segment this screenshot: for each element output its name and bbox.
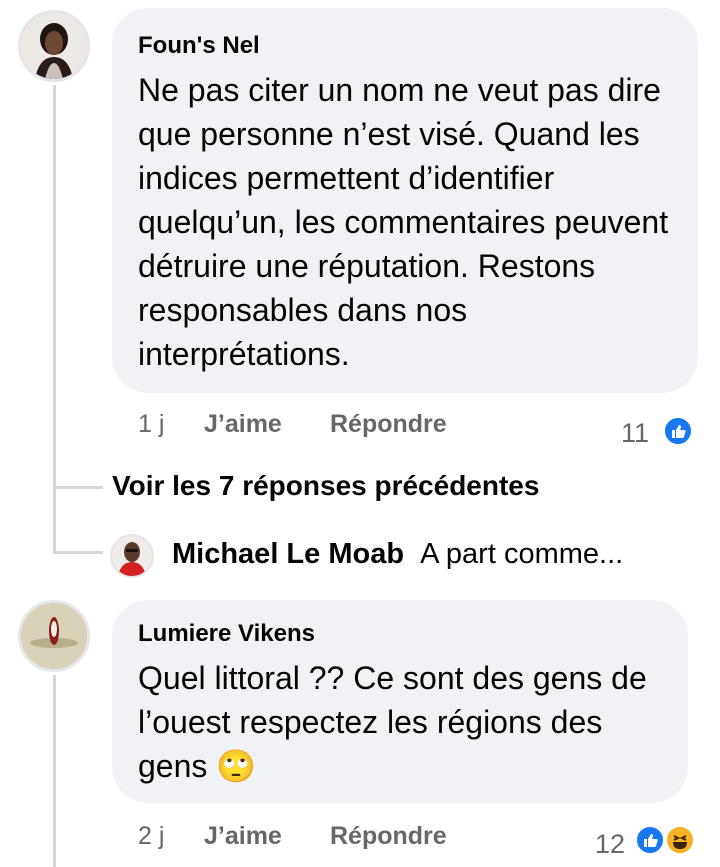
avatar-michael-le-moab[interactable] bbox=[110, 534, 154, 578]
thread-line-vertical bbox=[53, 85, 56, 552]
like-reaction-icon bbox=[635, 825, 665, 855]
avatar-photo bbox=[21, 603, 87, 669]
reaction-count[interactable]: 11 bbox=[621, 418, 649, 449]
thread-line-branch-2 bbox=[53, 551, 103, 554]
eye-roll-emoji-icon: 🙄 bbox=[216, 748, 257, 784]
reply-author[interactable]: Michael Le Moab bbox=[172, 538, 404, 570]
like-link[interactable]: J’aime bbox=[204, 410, 282, 439]
like-reaction-icon bbox=[663, 416, 693, 446]
reaction-count[interactable]: 12 bbox=[595, 829, 625, 860]
view-previous-replies-link[interactable]: Voir les 7 réponses précédentes bbox=[112, 470, 539, 502]
comment-time[interactable]: 2 j bbox=[138, 822, 164, 851]
comment-text-content: Quel littoral ?? Ce sont des gens de l’o… bbox=[138, 660, 647, 784]
reply-link[interactable]: Répondre bbox=[330, 822, 447, 851]
comment-time[interactable]: 1 j bbox=[138, 410, 164, 439]
like-link[interactable]: J’aime bbox=[204, 822, 282, 851]
comment-bubble-2[interactable]: Lumiere Vikens Quel littoral ?? Ce sont … bbox=[112, 600, 688, 803]
comment-bubble-1[interactable]: Foun's Nel Ne pas citer un nom ne veut p… bbox=[112, 8, 698, 393]
avatar-lumiere-vikens[interactable] bbox=[18, 600, 90, 672]
reply-preview[interactable]: Michael Le Moab A part comme... bbox=[172, 538, 623, 571]
comment-text: Ne pas citer un nom ne veut pas dire que… bbox=[138, 72, 669, 372]
comment-author[interactable]: Lumiere Vikens bbox=[138, 620, 662, 648]
reply-text: A part comme... bbox=[420, 538, 624, 570]
avatar-photo bbox=[112, 536, 152, 576]
comment-text: Quel littoral ?? Ce sont des gens de l’o… bbox=[138, 656, 662, 788]
thread-line-vertical-2 bbox=[53, 675, 56, 867]
comment-author[interactable]: Foun's Nel bbox=[138, 32, 672, 60]
avatar-photo bbox=[21, 13, 87, 79]
haha-reaction-icon bbox=[665, 825, 695, 855]
thread-line-branch-1 bbox=[53, 486, 103, 489]
reply-link[interactable]: Répondre bbox=[330, 410, 447, 439]
avatar-founs-nel[interactable] bbox=[18, 10, 90, 82]
